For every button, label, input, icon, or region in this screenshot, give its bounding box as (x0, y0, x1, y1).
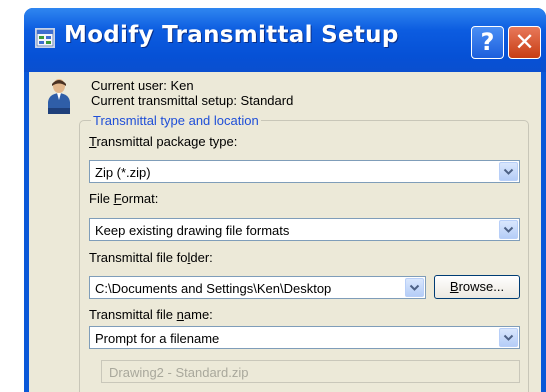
current-setup-text: Current transmittal setup: Standard (91, 93, 294, 108)
chevron-down-icon (503, 168, 514, 175)
file-name-label-mnemonic: n (176, 307, 184, 322)
groupbox-legend: Transmittal type and location (91, 113, 261, 128)
filename-preview-value: Drawing2 - Standard.zip (109, 365, 249, 380)
dialog-body: Current user: Ken Current transmittal se… (29, 72, 541, 392)
title-bar[interactable]: Modify Transmittal Setup ? ✕ (24, 8, 546, 72)
dialog-window: Modify Transmittal Setup ? ✕ Current use… (24, 8, 546, 392)
package-type-label-rest: ransmittal package type: (96, 134, 238, 149)
file-format-label-rest: ormat: (121, 191, 159, 206)
file-format-value: Keep existing drawing file formats (95, 223, 290, 238)
browse-button-mnemonic: B (449, 279, 459, 294)
file-folder-label-rest: der: (190, 250, 213, 265)
app-icon (35, 28, 55, 48)
file-name-select[interactable]: Prompt for a filename (89, 326, 520, 349)
user-icon (47, 78, 71, 114)
file-format-dropdown-button[interactable] (499, 220, 518, 239)
browse-button-label: rowse... (458, 279, 505, 294)
filename-preview-field: Drawing2 - Standard.zip (101, 360, 520, 383)
window-title: Modify Transmittal Setup (64, 22, 399, 48)
close-icon: ✕ (514, 28, 535, 56)
file-name-label-rest: ame: (183, 307, 213, 322)
close-button[interactable]: ✕ (508, 26, 541, 59)
browse-button[interactable]: Browse... (434, 275, 520, 299)
file-folder-value: C:\Documents and Settings\Ken\Desktop (95, 281, 332, 296)
file-name-dropdown-button[interactable] (499, 328, 518, 347)
file-format-label: File Format: (89, 191, 158, 206)
help-icon: ? (480, 28, 495, 56)
file-name-value: Prompt for a filename (95, 331, 220, 346)
file-format-label-mnemonic: F (113, 191, 122, 206)
file-name-label-pre: Transmittal file (89, 307, 177, 322)
file-format-select[interactable]: Keep existing drawing file formats (89, 218, 520, 241)
current-user-text: Current user: Ken (91, 78, 194, 93)
file-folder-label: Transmittal file folder: (89, 250, 213, 265)
file-folder-label-pre: Transmittal file fo (89, 250, 188, 265)
package-type-dropdown-button[interactable] (499, 162, 518, 181)
file-name-label: Transmittal file name: (89, 307, 213, 322)
chevron-down-icon (503, 334, 514, 341)
chevron-down-icon (409, 284, 420, 291)
help-button[interactable]: ? (471, 26, 504, 59)
package-type-select[interactable]: Zip (*.zip) (89, 160, 520, 183)
chevron-down-icon (503, 226, 514, 233)
package-type-value: Zip (*.zip) (95, 165, 151, 180)
package-type-label: Transmittal package type: (89, 134, 237, 149)
file-folder-select[interactable]: C:\Documents and Settings\Ken\Desktop (89, 276, 426, 299)
file-format-label-pre: File (89, 191, 114, 206)
file-folder-dropdown-button[interactable] (405, 278, 424, 297)
